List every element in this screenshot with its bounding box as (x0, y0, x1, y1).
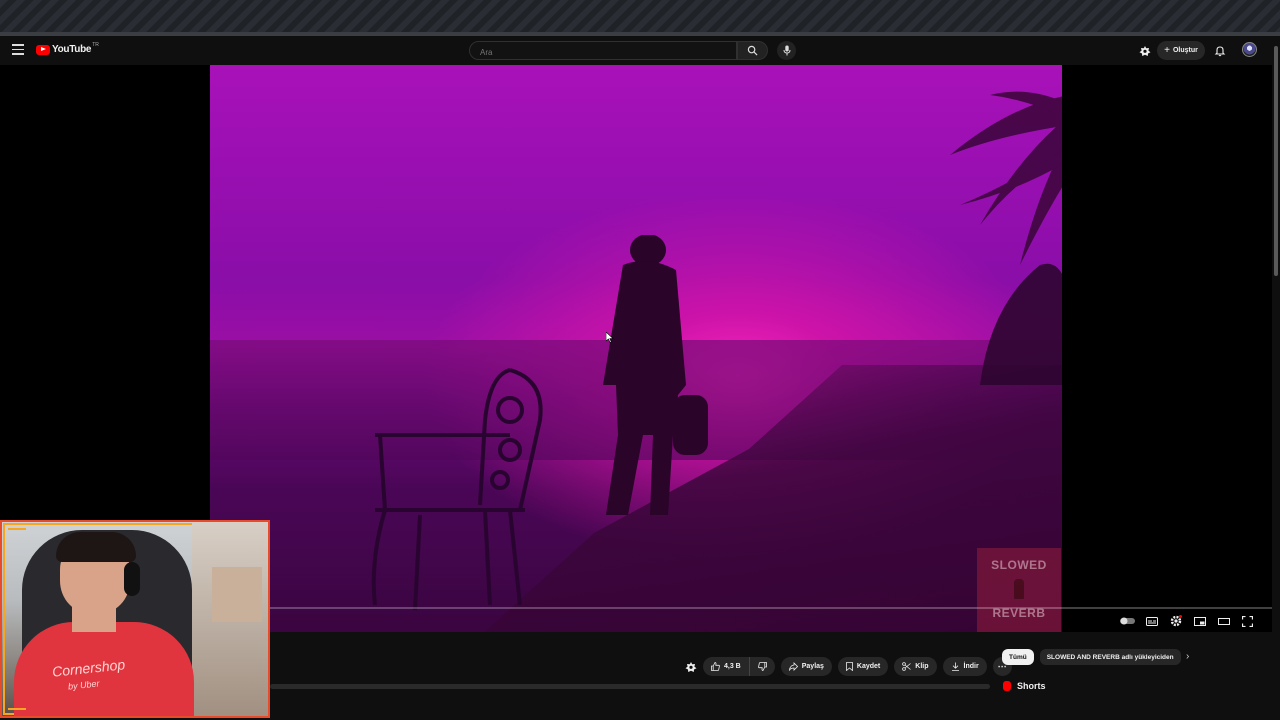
shorts-icon (1003, 681, 1011, 691)
save-label: Kaydet (856, 663, 881, 670)
streamer-hair (56, 532, 136, 562)
video-actions: 4,3 B Paylaş Kaydet Klip İndir ⋯ (685, 657, 1012, 676)
logo-text: YouTube (52, 44, 92, 55)
bookmark-icon (846, 662, 853, 671)
search-icon (747, 45, 758, 56)
fullscreen-icon[interactable] (1240, 615, 1255, 627)
clip-label: Klip (915, 663, 929, 670)
save-button[interactable]: Kaydet (837, 657, 889, 676)
description-placeholder-bar (270, 684, 990, 689)
chip-all[interactable]: Tümü (1002, 649, 1034, 665)
mouse-cursor-icon (606, 332, 614, 343)
thumbs-up-icon (711, 662, 720, 671)
bell-icon[interactable] (1214, 44, 1226, 57)
frame-corner-accent (8, 528, 26, 530)
dislike-button[interactable] (750, 657, 775, 676)
chair-silhouette (371, 368, 543, 611)
search-input[interactable] (470, 44, 736, 61)
watermark-figure (1014, 579, 1024, 599)
theater-mode-icon[interactable] (1216, 615, 1231, 627)
youtube-header: YouTube TR + Oluştur (0, 36, 1280, 65)
frame-corner-accent (8, 708, 26, 710)
search-box (469, 41, 737, 61)
like-dislike-group: 4,3 B (703, 657, 775, 676)
headset-icon (124, 562, 140, 596)
create-button[interactable]: + Oluştur (1157, 41, 1205, 60)
channel-watermark[interactable]: SLOWED REVERB (977, 548, 1061, 632)
chip-uploader[interactable]: SLOWED AND REVERB adlı yükleyiciden (1039, 649, 1181, 665)
video-frame[interactable]: SLOWED REVERB (210, 65, 1062, 632)
recommendation-chips: Tümü SLOWED AND REVERB adlı yükleyiciden (1002, 649, 1181, 665)
player-controls-right (1120, 614, 1255, 628)
youtube-logo[interactable]: YouTube TR (36, 41, 99, 55)
streamer-webcam-overlay: Cornershop by Uber (0, 520, 270, 718)
miniplayer-icon[interactable] (1192, 615, 1207, 627)
like-button[interactable]: 4,3 B (703, 657, 750, 676)
create-video-icon[interactable] (1139, 44, 1151, 56)
sparkle-gear-icon[interactable] (685, 661, 697, 673)
watermark-line1: SLOWED (991, 558, 1047, 572)
share-label: Paylaş (801, 663, 824, 670)
thumbs-down-icon (757, 662, 767, 671)
mic-icon (783, 45, 790, 56)
share-button[interactable]: Paylaş (780, 657, 832, 676)
logo-region: TR (92, 41, 99, 48)
share-icon (788, 662, 798, 671)
shorts-section-title: Shorts (1003, 681, 1046, 691)
palm-tree-silhouette (950, 91, 1062, 385)
browser-tab-strip (0, 0, 1280, 34)
scissors-icon (902, 662, 912, 671)
page-scrollbar[interactable] (1272, 36, 1280, 720)
settings-gear-icon[interactable] (1168, 615, 1183, 627)
download-button[interactable]: İndir (942, 657, 987, 676)
download-label: İndir (963, 663, 979, 670)
subtitles-icon[interactable] (1144, 615, 1159, 627)
download-icon (951, 662, 959, 671)
avatar[interactable] (1242, 42, 1257, 57)
search-button[interactable] (737, 41, 768, 60)
shorts-label: Shorts (1017, 681, 1046, 691)
like-count: 4,3 B (724, 663, 741, 670)
hamburger-icon[interactable] (12, 44, 24, 55)
create-label: Oluştur (1172, 47, 1198, 54)
plus-icon: + (1164, 45, 1170, 56)
person-silhouette (603, 235, 708, 515)
chevron-right-icon[interactable]: › (1186, 651, 1189, 662)
clip-button[interactable]: Klip (894, 657, 937, 676)
scrollbar-thumb[interactable] (1274, 46, 1278, 276)
youtube-play-icon (36, 44, 50, 55)
autoplay-toggle[interactable] (1120, 615, 1135, 627)
webcam-shelf (212, 567, 262, 622)
voice-search-button[interactable] (777, 41, 796, 60)
